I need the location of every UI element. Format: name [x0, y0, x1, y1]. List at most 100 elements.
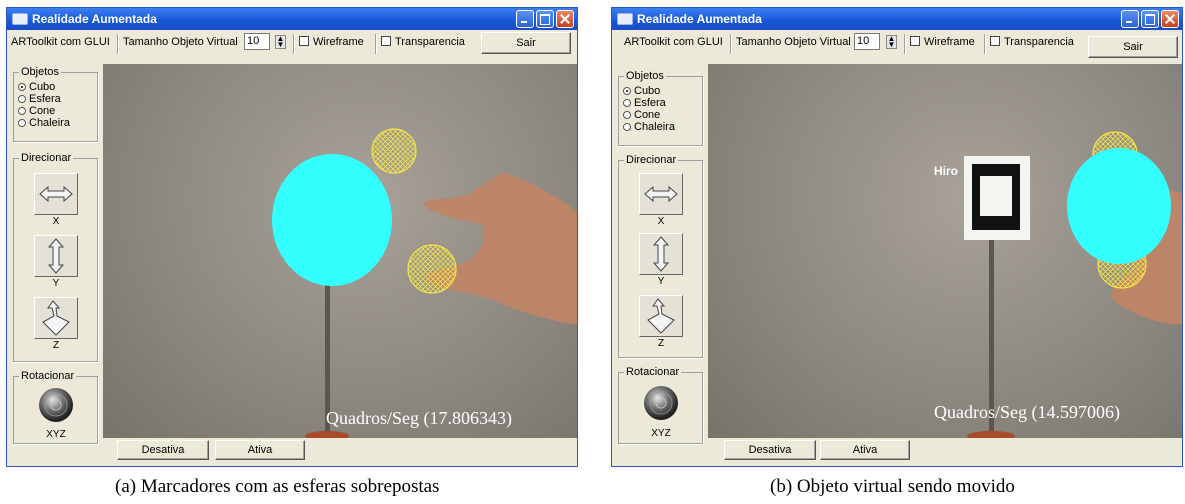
wireframe-checkbox[interactable] — [299, 36, 309, 46]
direction-group: Direcionar X Y Z — [13, 152, 98, 362]
size-input[interactable]: 10 — [854, 33, 880, 50]
glui-label: ARToolkit com GLUI — [624, 36, 723, 48]
radio-cubo[interactable]: Cubo — [619, 85, 702, 97]
marker-inner — [980, 176, 1012, 216]
radio-icon — [18, 107, 26, 115]
window-title: Realidade Aumentada — [637, 12, 762, 26]
rotation-group: Rotacionar XYZ — [13, 370, 98, 444]
trackball-icon[interactable] — [36, 385, 76, 425]
radio-esfera[interactable]: Esfera — [619, 97, 702, 109]
objects-group-title: Objetos — [19, 66, 61, 79]
exit-button[interactable]: Sair — [1088, 36, 1178, 58]
radio-label: Chaleira — [634, 121, 675, 133]
wireframe-checkbox[interactable] — [910, 36, 920, 46]
size-label: Tamanho Objeto Virtual — [736, 36, 851, 48]
radio-label: Chaleira — [29, 117, 70, 129]
radio-selected-icon — [623, 87, 631, 95]
depth-arrow-icon — [42, 300, 70, 336]
horizontal-arrow-icon — [39, 185, 73, 203]
minimize-button[interactable] — [516, 10, 534, 28]
move-x-button[interactable] — [34, 173, 78, 215]
camera-view[interactable]: Hiro Quadros/Seg (14.597006) — [708, 64, 1182, 448]
fps-readout: Quadros/Seg (14.597006) — [934, 402, 1120, 422]
z-axis-label: Z — [52, 340, 60, 351]
radio-icon — [18, 95, 26, 103]
activate-button[interactable]: Ativa — [215, 440, 305, 460]
app-icon — [12, 13, 28, 25]
title-bar[interactable]: Realidade Aumentada — [7, 8, 577, 30]
bottom-bar: Desativa Ativa — [103, 438, 577, 462]
size-spinner-button[interactable]: ▲ ▼ — [275, 35, 286, 49]
wireframe-label: Wireframe — [313, 36, 364, 48]
control-panel: Objetos Cubo Esfera Cone Chaleira Direci… — [7, 64, 103, 448]
window-a: Realidade Aumentada ARToolkit com GLUI T… — [6, 7, 578, 467]
vertical-arrow-icon — [652, 236, 670, 272]
xyz-label: XYZ — [651, 428, 671, 439]
exit-button[interactable]: Sair — [481, 32, 571, 54]
window-title: Realidade Aumentada — [32, 12, 157, 26]
objects-group-title: Objetos — [624, 70, 666, 83]
radio-selected-icon — [18, 83, 26, 91]
toolbar-divider — [904, 34, 906, 54]
objects-group: Objetos Cubo Esfera Cone Chaleira — [618, 70, 703, 146]
size-spinner-button[interactable]: ▲ ▼ — [886, 35, 897, 49]
move-z-button[interactable] — [639, 295, 683, 337]
move-y-button[interactable] — [639, 233, 683, 275]
marker-label: Hiro — [934, 164, 958, 178]
radio-label: Cone — [634, 109, 661, 121]
toolbar: ARToolkit com GLUI Tamanho Objeto Virtua… — [7, 30, 577, 64]
toolbar-divider — [984, 34, 986, 54]
bottom-bar: Desativa Ativa — [708, 438, 1182, 462]
camera-view[interactable]: Quadros/Seg (17.806343) — [103, 64, 577, 448]
toolbar-divider — [375, 34, 377, 54]
radio-esfera[interactable]: Esfera — [14, 93, 97, 105]
objects-group: Objetos Cubo Esfera Cone Chaleira — [13, 66, 98, 142]
wireframe-label: Wireframe — [924, 36, 975, 48]
toolbar: ARToolkit com GLUI Tamanho Objeto Virtua… — [612, 30, 1182, 64]
window-b: Realidade Aumentada ARToolkit com GLUI T… — [611, 7, 1183, 467]
toolbar-divider — [730, 34, 732, 54]
radio-label: Cubo — [29, 81, 56, 93]
toolbar-divider — [117, 34, 119, 54]
radio-label: Esfera — [634, 97, 666, 109]
caption-b: (b) Objeto virtual sendo movido — [770, 476, 1015, 497]
fps-readout: Quadros/Seg (17.806343) — [326, 408, 512, 428]
cyan-sphere — [272, 154, 392, 286]
size-input[interactable]: 10 — [244, 33, 270, 50]
rotation-group-title: Rotacionar — [624, 366, 682, 379]
radio-cone[interactable]: Cone — [619, 109, 702, 121]
radio-cone[interactable]: Cone — [14, 105, 97, 117]
z-axis-label: Z — [657, 338, 665, 349]
direction-group: Direcionar X Y Z — [618, 154, 703, 358]
y-axis-label: Y — [52, 278, 60, 289]
activate-button[interactable]: Ativa — [820, 440, 910, 460]
move-z-button[interactable] — [34, 297, 78, 339]
radio-chaleira[interactable]: Chaleira — [619, 121, 702, 133]
horizontal-arrow-icon — [644, 185, 678, 203]
radio-icon — [623, 123, 631, 131]
wireframe-sphere-bottom — [407, 244, 457, 294]
close-button[interactable] — [556, 10, 574, 28]
rotation-group-title: Rotacionar — [19, 370, 77, 383]
radio-chaleira[interactable]: Chaleira — [14, 117, 97, 129]
close-button[interactable] — [1161, 10, 1179, 28]
deactivate-button[interactable]: Desativa — [117, 440, 209, 460]
move-x-button[interactable] — [639, 173, 683, 215]
radio-icon — [18, 119, 26, 127]
deactivate-button[interactable]: Desativa — [724, 440, 816, 460]
trackball-icon[interactable] — [641, 383, 681, 423]
maximize-button[interactable] — [536, 10, 554, 28]
move-y-button[interactable] — [34, 235, 78, 277]
transparency-checkbox[interactable] — [990, 36, 1000, 46]
hand — [423, 173, 577, 325]
size-label: Tamanho Objeto Virtual — [123, 36, 238, 48]
radio-cubo[interactable]: Cubo — [14, 81, 97, 93]
maximize-button[interactable] — [1141, 10, 1159, 28]
scene-graphics — [964, 131, 1182, 441]
radio-label: Esfera — [29, 93, 61, 105]
rotation-group: Rotacionar XYZ — [618, 366, 703, 444]
transparency-checkbox[interactable] — [381, 36, 391, 46]
wireframe-sphere-top — [371, 128, 417, 174]
title-bar[interactable]: Realidade Aumentada — [612, 8, 1182, 30]
minimize-button[interactable] — [1121, 10, 1139, 28]
